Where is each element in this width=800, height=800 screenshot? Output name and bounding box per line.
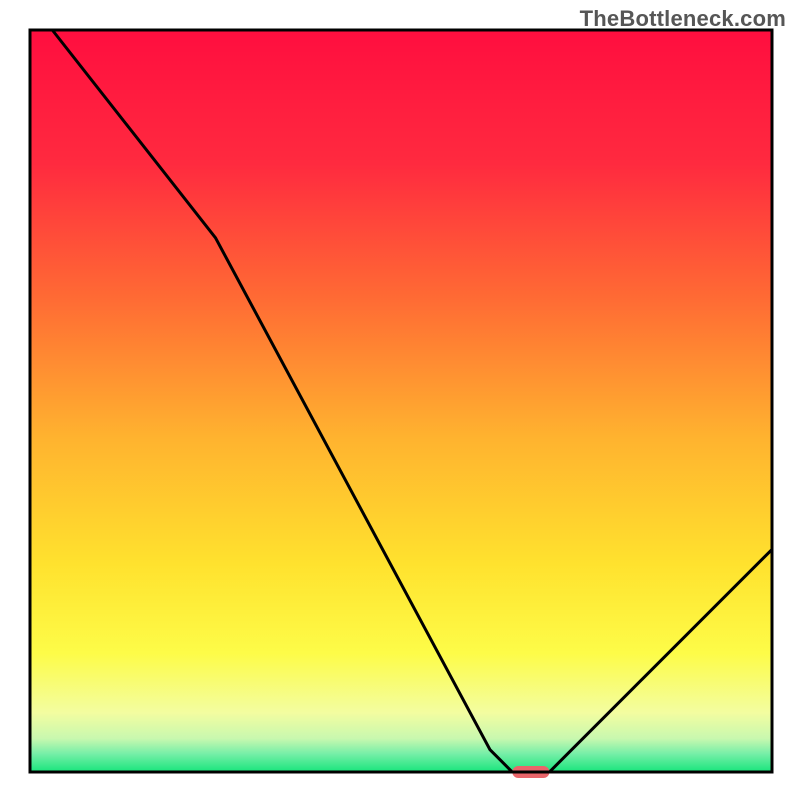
bottleneck-chart xyxy=(0,0,800,800)
watermark-text: TheBottleneck.com xyxy=(580,6,786,32)
chart-container: TheBottleneck.com xyxy=(0,0,800,800)
